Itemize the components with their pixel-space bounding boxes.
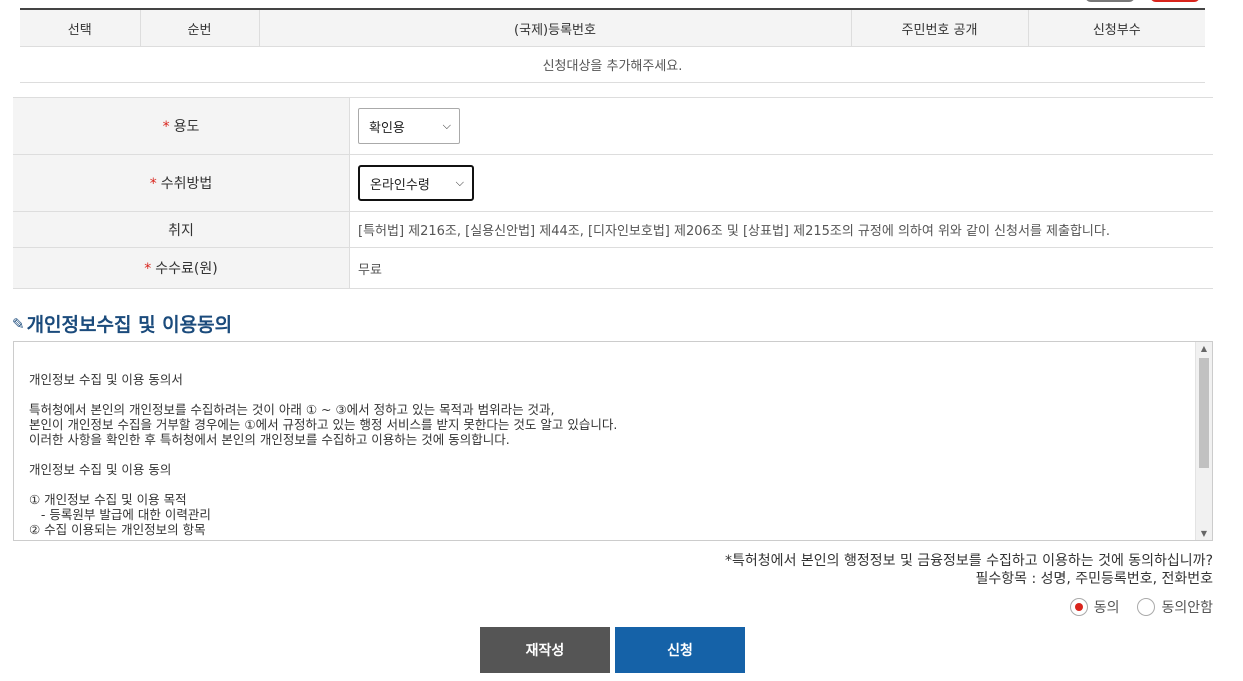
col-select: 선택 bbox=[20, 8, 141, 47]
agree-radio-label[interactable]: 동의 bbox=[1094, 597, 1120, 617]
privacy-title-text: 개인정보수집 및 이용동의 bbox=[26, 314, 233, 336]
receive-method-row: * 수취방법 온라인수령 ⌵ bbox=[13, 154, 1213, 212]
top-button-partial[interactable] bbox=[1085, 0, 1135, 2]
col-reg-number: (국제)등록번호 bbox=[259, 8, 852, 47]
col-rrn-disclose: 주민번호 공개 bbox=[851, 8, 1029, 47]
chevron-down-icon: ⌵ bbox=[442, 119, 451, 132]
required-mark: * bbox=[149, 176, 157, 192]
consent-question-text: *특허청에서 본인의 행정정보 및 금융정보를 수집하고 이용하는 것에 동의하… bbox=[725, 553, 1213, 569]
scroll-up-icon[interactable]: ▲ bbox=[1196, 344, 1212, 353]
usage-row: * 용도 확인용 ⌵ bbox=[13, 97, 1213, 155]
top-button-partial-red[interactable] bbox=[1150, 0, 1200, 2]
privacy-agreement-textbox[interactable]: 개인정보 수집 및 이용 동의서 특허청에서 본인의 개인정보를 수집하려는 것… bbox=[13, 341, 1213, 541]
privacy-section-title: ✎ 개인정보수집 및 이용동의 bbox=[12, 310, 232, 337]
receive-method-label: 수취방법 bbox=[160, 176, 213, 192]
usage-label: 용도 bbox=[173, 119, 200, 135]
agree-radio[interactable] bbox=[1069, 598, 1088, 616]
receive-method-select-value: 온라인수령 bbox=[370, 177, 430, 193]
required-mark: * bbox=[144, 261, 152, 277]
usage-select[interactable]: 확인용 ⌵ bbox=[358, 108, 460, 144]
consent-radio-group: 동의 동의안함 bbox=[1069, 597, 1213, 617]
scroll-thumb[interactable] bbox=[1199, 358, 1209, 468]
table-row: 신청대상을 추가해주세요. bbox=[20, 46, 1205, 83]
notice-text: [특허법] 제216조, [실용신안법] 제44조, [디자인보호법] 제206… bbox=[358, 224, 1110, 239]
submit-button[interactable]: 신청 bbox=[615, 627, 745, 673]
pencil-icon: ✎ bbox=[12, 314, 25, 333]
receive-method-select[interactable]: 온라인수령 ⌵ bbox=[358, 165, 474, 201]
privacy-agreement-text: 개인정보 수집 및 이용 동의서 특허청에서 본인의 개인정보를 수집하려는 것… bbox=[29, 372, 618, 537]
disagree-radio-label[interactable]: 동의안함 bbox=[1161, 597, 1213, 617]
rewrite-button[interactable]: 재작성 bbox=[480, 627, 610, 673]
target-table: 선택 순번 (국제)등록번호 주민번호 공개 신청부수 신청대상을 추가해주세요… bbox=[20, 8, 1205, 83]
fee-label: 수수료(원) bbox=[155, 261, 218, 277]
col-seq: 순번 bbox=[140, 8, 260, 47]
scroll-down-icon[interactable]: ▼ bbox=[1196, 529, 1212, 538]
usage-select-value: 확인용 bbox=[369, 120, 405, 136]
application-form: * 용도 확인용 ⌵ * 수취방법 온라인수령 ⌵ 취지 [특허법] 제216조, … bbox=[13, 97, 1213, 289]
fee-row: * 수수료(원) 무료 bbox=[13, 247, 1213, 289]
disagree-radio[interactable] bbox=[1137, 598, 1156, 616]
target-table-header-row: 선택 순번 (국제)등록번호 주민번호 공개 신청부수 bbox=[20, 8, 1205, 47]
required-mark: * bbox=[162, 119, 170, 135]
notice-row: 취지 [특허법] 제216조, [실용신안법] 제44조, [디자인보호법] 제… bbox=[13, 211, 1213, 248]
col-copies: 신청부수 bbox=[1028, 8, 1205, 47]
consent-required-items: 필수항목 : 성명, 주민등록번호, 전화번호 bbox=[975, 571, 1214, 587]
consent-question: *특허청에서 본인의 행정정보 및 금융정보를 수집하고 이용하는 것에 동의하… bbox=[725, 552, 1213, 588]
fee-value: 무료 bbox=[358, 262, 382, 278]
agreement-scrollbar[interactable]: ▲ ▼ bbox=[1195, 342, 1212, 540]
empty-message: 신청대상을 추가해주세요. bbox=[20, 46, 1205, 83]
notice-label: 취지 bbox=[13, 211, 350, 248]
chevron-down-icon: ⌵ bbox=[455, 176, 464, 189]
